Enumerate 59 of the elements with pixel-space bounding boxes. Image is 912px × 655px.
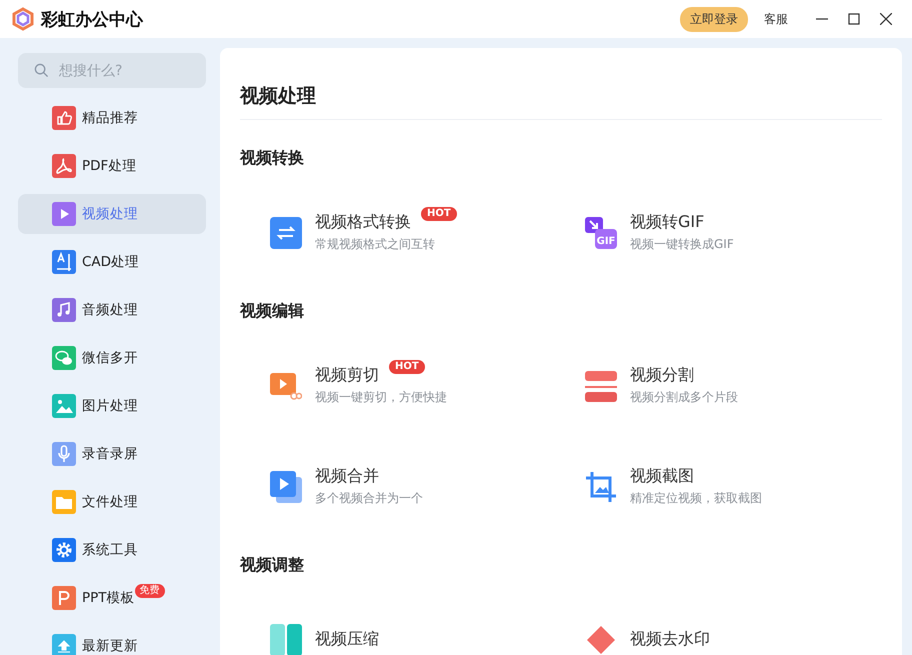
sidebar-item[interactable]: CAD处理	[18, 242, 206, 282]
chat-icon	[52, 346, 76, 370]
sidebar-item[interactable]: 文件处理	[18, 482, 206, 522]
tool-title[interactable]: 视频压缩	[315, 629, 379, 650]
tool-description: 常规视频格式之间互转	[315, 236, 436, 253]
upload-icon	[52, 634, 76, 655]
section-title: 视频编辑	[240, 300, 305, 322]
tool-title[interactable]: 视频格式转换	[315, 212, 411, 233]
swap-icon[interactable]	[270, 216, 302, 248]
sidebar-item[interactable]: 系统工具	[18, 530, 206, 570]
tool-description: 多个视频合并为一个	[315, 490, 423, 507]
tool-title[interactable]: 视频去水印	[630, 629, 710, 650]
tool-description: 精准定位视频，获取截图	[630, 490, 762, 507]
tool-title[interactable]: 视频截图	[630, 466, 694, 487]
search-icon	[34, 63, 49, 78]
tool-description: 视频一键转换成GIF	[630, 236, 734, 253]
sidebar-item[interactable]: 精品推荐	[18, 98, 206, 138]
search-field[interactable]: 想搜什么?	[57, 62, 201, 80]
tool-title[interactable]: 视频转GIF	[630, 212, 704, 233]
search-bar[interactable]: 想搜什么?	[18, 53, 206, 88]
tool-description: 视频分割成多个片段	[630, 389, 738, 406]
sidebar-item[interactable]: 图片处理	[18, 386, 206, 426]
customer-service-link[interactable]: 客服	[764, 10, 788, 28]
sidebar-item[interactable]: 最新更新	[18, 626, 206, 655]
section-title: 视频调整	[240, 554, 305, 576]
sidebar-item[interactable]: PDF处理	[18, 146, 206, 186]
maximize-icon[interactable]	[848, 13, 860, 25]
play-icon	[52, 202, 76, 226]
sidebar-item[interactable]: 音频处理	[18, 290, 206, 330]
close-icon[interactable]	[880, 13, 892, 25]
mic-icon	[52, 442, 76, 466]
free-badge: 免费	[134, 584, 165, 598]
tool-description: 视频一键剪切，方便快捷	[315, 389, 447, 406]
tool-title[interactable]: 视频合并	[315, 466, 379, 487]
music-icon	[52, 298, 76, 322]
logo-icon	[11, 7, 35, 31]
compress-icon[interactable]	[270, 624, 302, 655]
watermark-icon[interactable]	[585, 624, 617, 655]
hot-badge: HOT	[389, 360, 425, 374]
pdf-icon	[52, 154, 76, 178]
section-title: 视频转换	[240, 147, 305, 169]
sidebar-item[interactable]: PPT模板 免费	[18, 578, 206, 618]
sidebar-item[interactable]: 录音录屏	[18, 434, 206, 474]
login-button[interactable]: 立即登录	[680, 6, 748, 32]
cad-icon	[52, 250, 76, 274]
tool-title[interactable]: 视频分割	[630, 365, 694, 386]
crop-icon[interactable]	[585, 470, 617, 502]
tool-title[interactable]: 视频剪切	[315, 365, 379, 386]
folder-icon	[52, 490, 76, 514]
app-title: 彩虹办公中心	[41, 8, 143, 30]
page-heading: 视频处理	[240, 48, 882, 120]
gear-icon	[52, 538, 76, 562]
split-icon[interactable]	[585, 370, 617, 402]
image-icon	[52, 394, 76, 418]
merge-icon[interactable]	[270, 470, 302, 502]
ppt-icon	[52, 586, 76, 610]
sidebar-item[interactable]: 微信多开	[18, 338, 206, 378]
hot-badge: HOT	[421, 207, 457, 221]
thumb-icon	[52, 106, 76, 130]
